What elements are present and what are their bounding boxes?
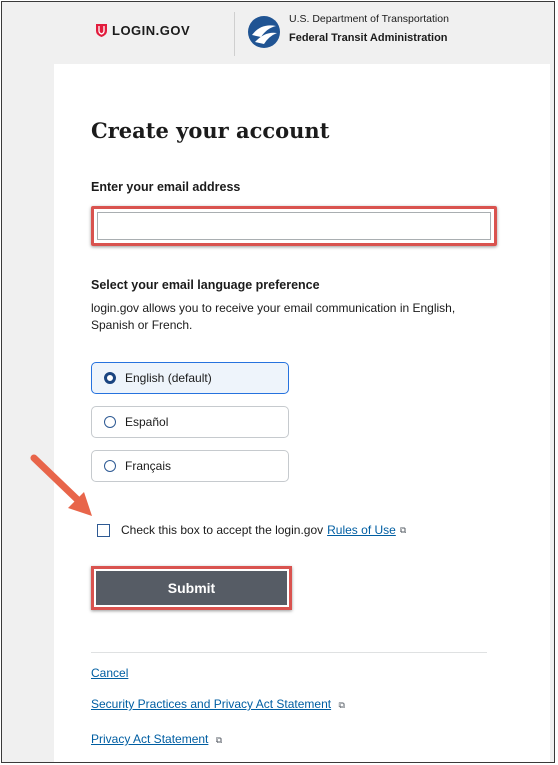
language-option-label: Español bbox=[125, 415, 169, 429]
external-link-icon: ⧉ bbox=[338, 700, 345, 710]
security-practices-link[interactable]: Security Practices and Privacy Act State… bbox=[91, 697, 331, 711]
submit-highlight: Submit bbox=[91, 566, 292, 610]
radio-icon bbox=[104, 416, 116, 428]
language-option-french[interactable]: Français bbox=[91, 450, 289, 482]
email-label: Enter your email address bbox=[91, 180, 241, 194]
radio-selected-icon bbox=[104, 372, 116, 384]
login-gov-logo[interactable]: LOGIN.GOV bbox=[96, 23, 190, 38]
external-link-icon: ⧉ bbox=[215, 735, 223, 745]
submit-button[interactable]: Submit bbox=[96, 571, 287, 605]
language-option-label: English (default) bbox=[125, 371, 212, 385]
header-divider bbox=[234, 12, 235, 56]
agency-department: U.S. Department of Transportation bbox=[289, 13, 449, 25]
language-description: login.gov allows you to receive your ema… bbox=[91, 301, 456, 332]
external-link-icon: ⧉ bbox=[399, 524, 407, 535]
terms-row: Check this box to accept the login.gov R… bbox=[97, 523, 406, 537]
privacy-act-link[interactable]: Privacy Act Statement bbox=[91, 732, 208, 746]
agency-name: Federal Transit Administration bbox=[289, 32, 448, 44]
terms-text: Check this box to accept the login.gov bbox=[121, 523, 324, 537]
footer-divider bbox=[91, 652, 487, 653]
rules-of-use-link[interactable]: Rules of Use bbox=[327, 523, 396, 537]
language-option-spanish[interactable]: Español bbox=[91, 406, 289, 438]
language-option-label: Français bbox=[125, 459, 172, 473]
language-option-english[interactable]: English (default) bbox=[91, 362, 289, 394]
page-title: Create your account bbox=[91, 118, 330, 143]
terms-checkbox[interactable] bbox=[97, 523, 110, 537]
screenshot-frame: LOGIN.GOV U.S. Department of Transportat… bbox=[1, 1, 555, 763]
email-highlight bbox=[91, 206, 497, 246]
arrow-icon bbox=[30, 454, 92, 516]
form-card: Create your account Enter your email add… bbox=[30, 64, 550, 762]
cancel-link[interactable]: Cancel bbox=[91, 666, 128, 680]
site-header: LOGIN.GOV U.S. Department of Transportat… bbox=[2, 2, 554, 64]
dot-logo-icon bbox=[248, 16, 280, 48]
language-title: Select your email language preference bbox=[91, 278, 320, 292]
logo-text: LOGIN.GOV bbox=[112, 23, 191, 38]
shield-icon bbox=[96, 24, 107, 37]
email-field[interactable] bbox=[97, 212, 491, 240]
